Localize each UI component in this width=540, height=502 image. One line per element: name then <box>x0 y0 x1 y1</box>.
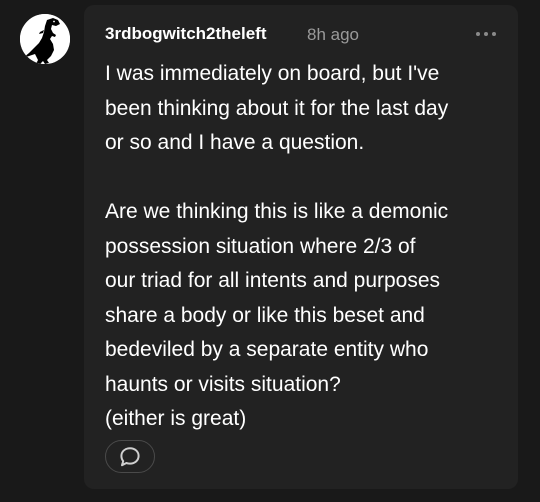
comment-line: or so and I have a question. <box>105 131 365 154</box>
comment-line: possession situation where 2/3 of <box>105 234 416 258</box>
comment-line: I was immediately on board, but I've <box>105 62 440 85</box>
username[interactable]: 3rdbogwitch2theleft <box>105 23 267 45</box>
comment-line: share a body or like this beset and <box>105 303 425 327</box>
more-options-button[interactable] <box>474 27 498 41</box>
dinosaur-silhouette-icon <box>20 14 70 64</box>
speech-bubble-icon <box>120 447 140 467</box>
timestamp: 8h ago <box>307 25 359 44</box>
reply-button[interactable] <box>105 440 155 473</box>
comment-card: 3rdbogwitch2theleft 8h ago I was immedia… <box>84 5 518 489</box>
comment-line: haunts or visits situation? <box>105 372 341 396</box>
more-horizontal-icon <box>492 32 496 36</box>
comment-line: Are we thinking this is like a demonic <box>105 200 449 223</box>
comment-line: bedeviled by a separate entity who <box>105 338 429 361</box>
comment-line: (either is great) <box>105 407 247 430</box>
comment-line: our triad for all intents and purposes <box>105 269 441 292</box>
avatar[interactable] <box>20 14 70 64</box>
comment-line: been thinking about it for the last day <box>105 96 449 120</box>
more-horizontal-icon <box>484 32 488 36</box>
comment-body: I was immediately on board, but I've bee… <box>105 57 510 437</box>
more-horizontal-icon <box>476 32 480 36</box>
